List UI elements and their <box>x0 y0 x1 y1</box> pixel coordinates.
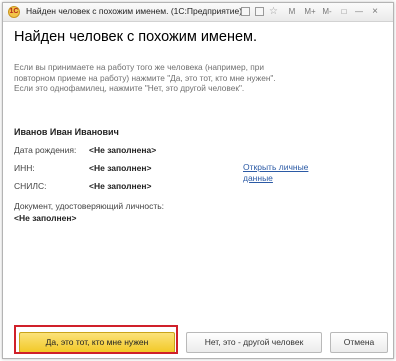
favorite-star-icon[interactable]: ☆ <box>269 6 278 18</box>
close-button[interactable]: × <box>370 6 380 18</box>
person-name: Иванов Иван Иванович <box>14 127 119 137</box>
snils-label: СНИЛС: <box>14 181 47 191</box>
identity-document-value: <Не заполнен> <box>14 213 77 223</box>
open-personal-data-link[interactable]: Открыть личные данные <box>243 162 333 184</box>
birth-date-value: <Не заполнена> <box>89 145 157 155</box>
title-bar: 1C Найден человек с похожим именем. (1С:… <box>3 3 393 22</box>
window-title: Найден человек с похожим именем. (1С:Пре… <box>26 6 243 16</box>
no-other-person-button[interactable]: Нет, это - другой человек <box>186 332 322 353</box>
snils-value: <Не заполнен> <box>89 181 152 191</box>
memory-m-button[interactable]: M <box>287 6 297 18</box>
link-icon[interactable] <box>241 7 250 16</box>
page-title: Найден человек с похожим именем. <box>14 29 258 45</box>
calendar-icon[interactable] <box>255 7 264 16</box>
maximize-button[interactable]: □ <box>339 6 349 18</box>
inn-value: <Не заполнен> <box>89 163 152 173</box>
dialog-window: 1C Найден человек с похожим именем. (1С:… <box>2 2 394 359</box>
memory-plus-button[interactable]: M+ <box>303 6 317 18</box>
title-bar-controls: ☆ M M+ M- □ — × <box>239 6 389 18</box>
info-text: Если вы принимаете на работу того же чел… <box>14 62 304 94</box>
birth-date-label: Дата рождения: <box>14 145 77 155</box>
highlight-frame <box>14 325 178 354</box>
minimize-button[interactable]: — <box>354 6 364 18</box>
memory-minus-button[interactable]: M- <box>321 6 333 18</box>
identity-document-label: Документ, удостоверяющий личность: <box>14 201 165 211</box>
inn-label: ИНН: <box>14 163 35 173</box>
app-logo-icon[interactable]: 1C <box>8 6 20 18</box>
cancel-button[interactable]: Отмена <box>330 332 388 353</box>
info-line-namesake: Если это однофамилец, нажмите "Нет, это … <box>14 83 245 94</box>
info-line-same-person: Если вы принимаете на работу того же чел… <box>14 62 276 83</box>
